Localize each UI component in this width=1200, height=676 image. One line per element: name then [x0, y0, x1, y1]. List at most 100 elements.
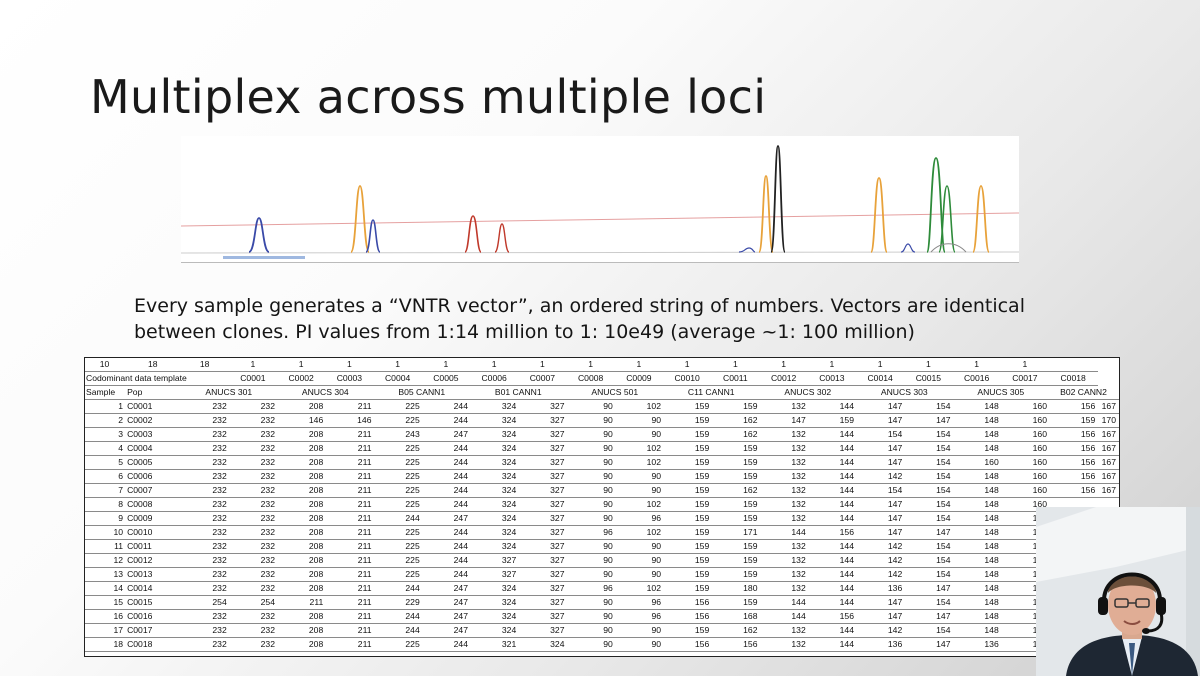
- table-cell[interactable]: 232: [181, 497, 230, 512]
- table-cell[interactable]: 144: [808, 511, 857, 526]
- table-cell[interactable]: 160: [1001, 483, 1050, 498]
- table-cell[interactable]: 208: [278, 399, 327, 414]
- table-cell[interactable]: 170: [1098, 413, 1119, 428]
- table-cell[interactable]: 102: [615, 581, 664, 596]
- table-cell[interactable]: 324: [471, 483, 520, 498]
- table-cell[interactable]: 247: [422, 609, 471, 624]
- table-cell[interactable]: 102: [615, 441, 664, 456]
- table-cell[interactable]: 232: [181, 427, 230, 442]
- table-cell[interactable]: 144: [808, 441, 857, 456]
- table-cell[interactable]: 180: [712, 581, 761, 596]
- table-cell[interactable]: 90: [567, 567, 616, 582]
- table-cell[interactable]: 90: [567, 413, 616, 428]
- table-cell[interactable]: 144: [808, 539, 857, 554]
- table-cell[interactable]: 90: [615, 623, 664, 638]
- table-cell[interactable]: 244: [422, 637, 471, 652]
- table-cell[interactable]: 9: [85, 511, 127, 526]
- table-cell[interactable]: 132: [760, 441, 809, 456]
- table-cell[interactable]: 327: [519, 623, 568, 638]
- table-cell[interactable]: 327: [519, 567, 568, 582]
- table-cell[interactable]: 148: [953, 413, 1002, 428]
- table-cell[interactable]: 211: [326, 581, 375, 596]
- table-cell[interactable]: 18: [85, 637, 127, 652]
- table-cell[interactable]: 211: [326, 567, 375, 582]
- table-cell[interactable]: 144: [808, 483, 857, 498]
- table-cell[interactable]: 156: [1050, 455, 1099, 470]
- table-cell[interactable]: 90: [615, 469, 664, 484]
- table-cell[interactable]: 232: [181, 455, 230, 470]
- table-cell[interactable]: 244: [422, 553, 471, 568]
- table-cell[interactable]: 148: [953, 427, 1002, 442]
- table-cell[interactable]: 159: [664, 539, 713, 554]
- table-cell[interactable]: 1: [664, 358, 713, 372]
- table-cell[interactable]: C0016: [126, 609, 182, 624]
- table-cell[interactable]: C0018: [1050, 371, 1099, 386]
- table-cell[interactable]: C0011: [712, 371, 761, 386]
- table-cell[interactable]: 18: [181, 358, 230, 372]
- table-cell[interactable]: 327: [471, 567, 520, 582]
- table-cell[interactable]: C0015: [126, 595, 182, 610]
- table-cell[interactable]: 136: [857, 637, 906, 652]
- table-cell[interactable]: 327: [519, 581, 568, 596]
- table-cell[interactable]: 327: [519, 595, 568, 610]
- table-cell[interactable]: 154: [905, 595, 954, 610]
- table-cell[interactable]: 324: [471, 525, 520, 540]
- table-cell[interactable]: 324: [471, 539, 520, 554]
- table-cell[interactable]: 327: [519, 609, 568, 624]
- table-cell[interactable]: 96: [615, 595, 664, 610]
- table-cell[interactable]: 232: [229, 609, 278, 624]
- table-cell[interactable]: 147: [857, 609, 906, 624]
- table-cell[interactable]: 211: [326, 637, 375, 652]
- table-cell[interactable]: Pop: [126, 385, 182, 400]
- table-cell[interactable]: 211: [326, 553, 375, 568]
- table-cell[interactable]: 225: [374, 553, 423, 568]
- table-cell[interactable]: 1: [1001, 358, 1050, 372]
- table-cell[interactable]: 225: [374, 469, 423, 484]
- table-cell[interactable]: 232: [229, 441, 278, 456]
- table-cell[interactable]: 159: [712, 399, 761, 414]
- table-cell[interactable]: 244: [422, 469, 471, 484]
- table-cell[interactable]: 232: [181, 581, 230, 596]
- table-cell[interactable]: 132: [760, 427, 809, 442]
- table-cell[interactable]: 148: [953, 511, 1002, 526]
- table-cell[interactable]: 211: [326, 595, 375, 610]
- table-cell[interactable]: 159: [712, 539, 761, 554]
- table-cell[interactable]: 146: [278, 413, 327, 428]
- table-cell[interactable]: 90: [567, 399, 616, 414]
- table-cell[interactable]: 90: [615, 413, 664, 428]
- table-cell[interactable]: 232: [181, 483, 230, 498]
- table-cell[interactable]: 159: [664, 511, 713, 526]
- table-cell[interactable]: 254: [229, 595, 278, 610]
- table-cell[interactable]: 90: [567, 497, 616, 512]
- table-cell[interactable]: 159: [664, 497, 713, 512]
- table-cell[interactable]: 244: [374, 609, 423, 624]
- table-cell[interactable]: 148: [953, 441, 1002, 456]
- table-cell[interactable]: 147: [905, 581, 954, 596]
- table-cell[interactable]: C0003: [126, 427, 182, 442]
- table-cell[interactable]: 144: [760, 609, 809, 624]
- table-cell[interactable]: 90: [615, 553, 664, 568]
- table-cell[interactable]: 144: [808, 469, 857, 484]
- table-cell[interactable]: 1: [471, 358, 520, 372]
- table-cell[interactable]: 90: [567, 455, 616, 470]
- table-cell[interactable]: 208: [278, 469, 327, 484]
- table-cell[interactable]: C0013: [126, 567, 182, 582]
- table-cell[interactable]: 96: [567, 581, 616, 596]
- table-cell[interactable]: 148: [953, 399, 1002, 414]
- table-cell[interactable]: 324: [471, 413, 520, 428]
- table-cell[interactable]: 147: [760, 413, 809, 428]
- table-cell[interactable]: 1: [712, 358, 761, 372]
- table-cell[interactable]: 147: [857, 511, 906, 526]
- table-cell[interactable]: C0001: [126, 399, 182, 414]
- table-cell[interactable]: 232: [229, 399, 278, 414]
- table-cell[interactable]: C0010: [664, 371, 713, 386]
- table-cell[interactable]: 132: [760, 455, 809, 470]
- table-cell[interactable]: 160: [953, 455, 1002, 470]
- table-cell[interactable]: 208: [278, 427, 327, 442]
- table-cell[interactable]: 327: [519, 525, 568, 540]
- table-cell[interactable]: 18: [126, 358, 182, 372]
- table-cell[interactable]: 232: [229, 637, 278, 652]
- table-cell[interactable]: 208: [278, 497, 327, 512]
- table-cell[interactable]: 136: [953, 637, 1002, 652]
- table-cell[interactable]: ANUCS 305: [953, 385, 1050, 400]
